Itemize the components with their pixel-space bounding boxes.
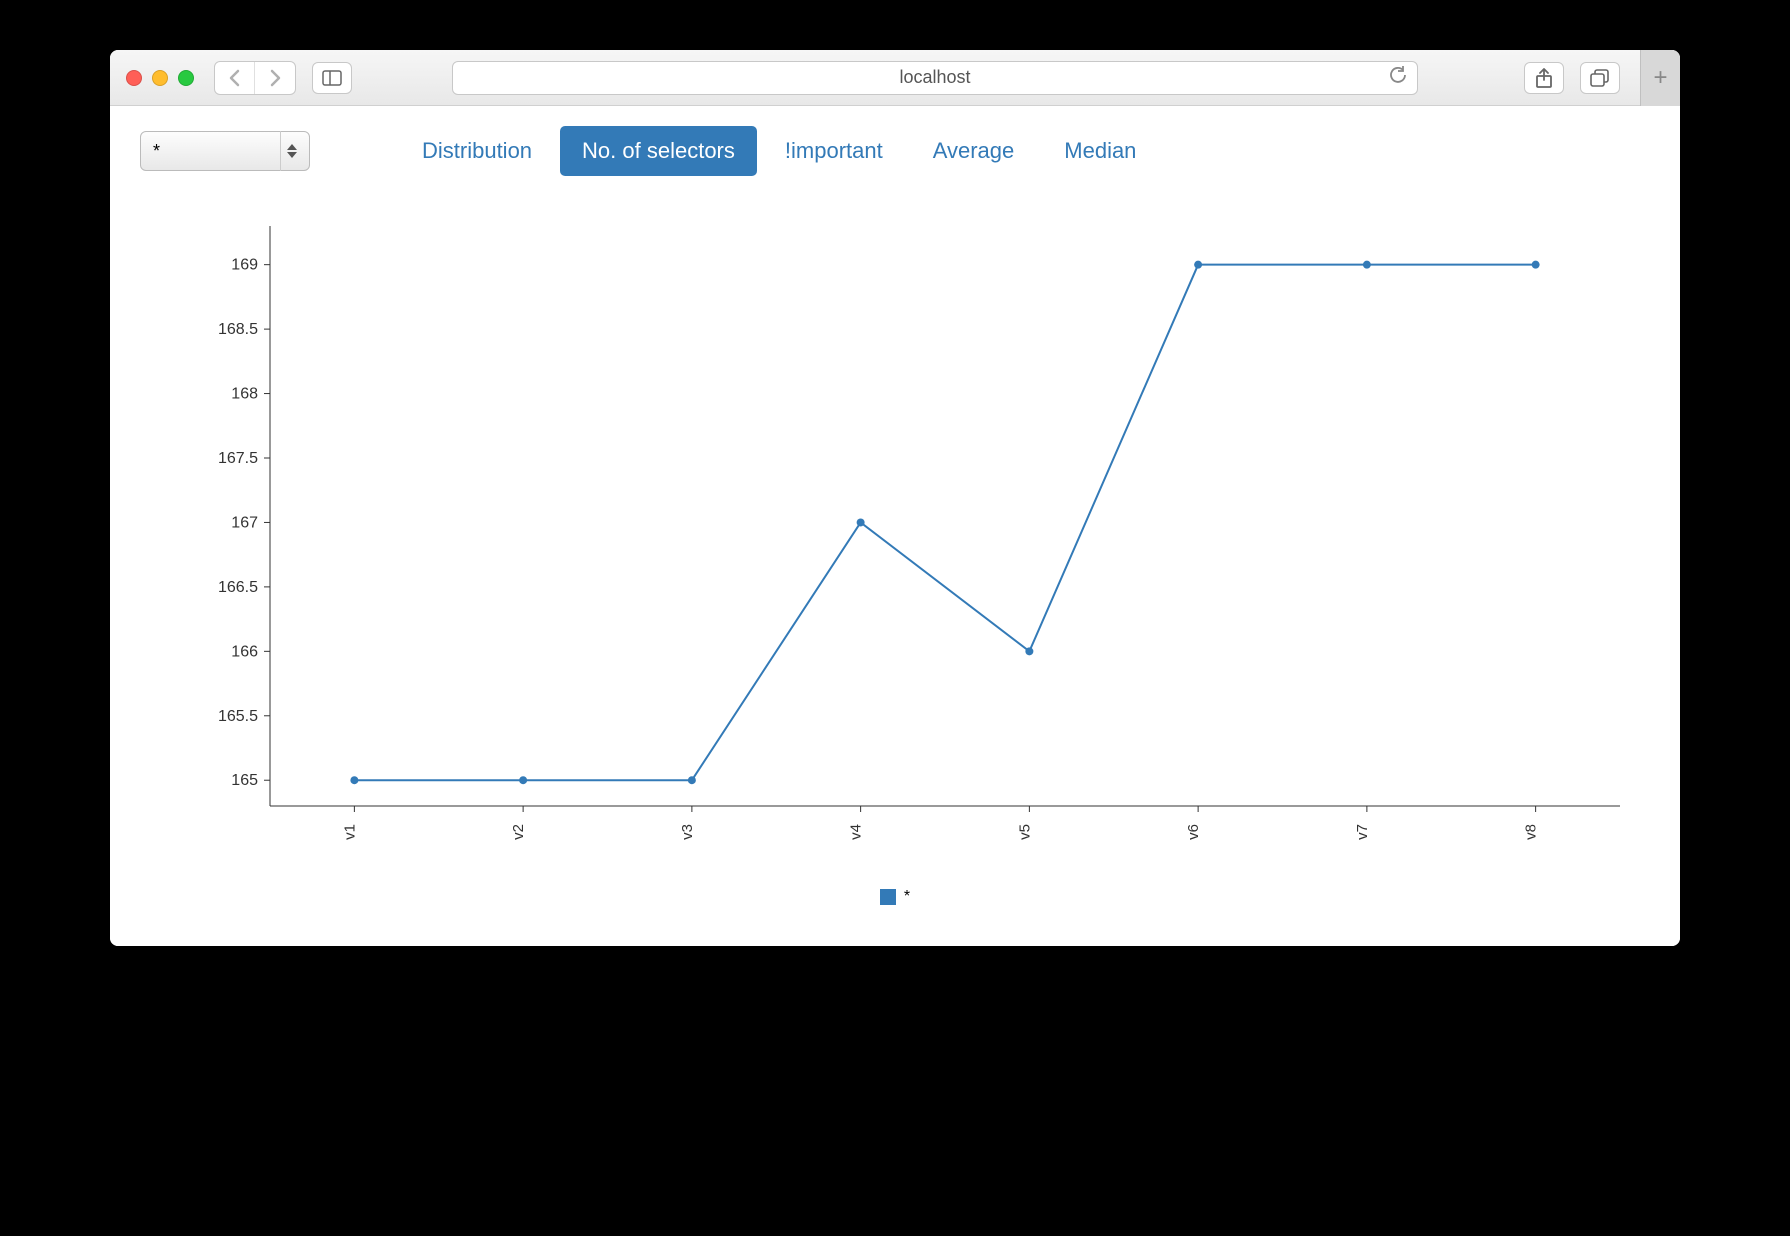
tabs-button[interactable] (1580, 62, 1620, 94)
svg-text:167.5: 167.5 (218, 450, 258, 467)
svg-text:v7: v7 (1354, 824, 1371, 840)
svg-text:v5: v5 (1016, 824, 1033, 840)
svg-text:168.5: 168.5 (218, 321, 258, 338)
selector-value: * (153, 141, 160, 162)
titlebar: localhost + (110, 50, 1680, 106)
close-window-button[interactable] (126, 70, 142, 86)
line-chart: 165 165.5 166 166.5 167 167.5 168 168.5 169 v1 v2 v… (170, 206, 1650, 876)
share-button[interactable] (1524, 62, 1564, 94)
svg-text:v1: v1 (341, 824, 358, 840)
svg-text:165.5: 165.5 (218, 708, 258, 725)
chart-legend: * (140, 888, 1650, 906)
svg-text:166.5: 166.5 (218, 579, 258, 596)
address-bar[interactable]: localhost (452, 61, 1418, 95)
svg-text:v6: v6 (1185, 824, 1202, 840)
legend-swatch-icon (880, 889, 896, 905)
zoom-window-button[interactable] (178, 70, 194, 86)
legend-label: * (904, 888, 910, 906)
page-content: * DistributionNo. of selectors!important… (110, 106, 1680, 946)
tab-average[interactable]: Average (911, 126, 1037, 176)
selector-dropdown[interactable]: * (140, 131, 310, 171)
svg-text:v8: v8 (1523, 824, 1540, 840)
window-controls (126, 70, 194, 86)
tab-median[interactable]: Median (1042, 126, 1158, 176)
tab-distribution[interactable]: Distribution (400, 126, 554, 176)
svg-text:v2: v2 (510, 824, 527, 840)
tab-no-of-selectors[interactable]: No. of selectors (560, 126, 757, 176)
svg-text:167: 167 (231, 514, 258, 531)
svg-text:v3: v3 (679, 824, 696, 840)
svg-text:v4: v4 (848, 824, 865, 840)
new-tab-button[interactable]: + (1640, 50, 1680, 106)
right-toolbar (1518, 62, 1620, 94)
sidebar-toggle-button[interactable] (312, 62, 352, 94)
reload-icon[interactable] (1389, 66, 1407, 89)
forward-button[interactable] (255, 62, 295, 94)
app-toolbar: * DistributionNo. of selectors!important… (140, 126, 1650, 176)
address-text: localhost (899, 67, 970, 88)
dropdown-arrows-icon (280, 131, 302, 171)
chart-area: 165 165.5 166 166.5 167 167.5 168 168.5 169 v1 v2 v… (170, 206, 1650, 876)
svg-text:166: 166 (231, 643, 258, 660)
minimize-window-button[interactable] (152, 70, 168, 86)
back-button[interactable] (215, 62, 255, 94)
nav-buttons (214, 61, 296, 95)
metric-tabs: DistributionNo. of selectors!importantAv… (400, 126, 1158, 176)
svg-text:165: 165 (231, 772, 258, 789)
browser-window: localhost + * DistributionNo. of selecto… (110, 50, 1680, 946)
svg-text:168: 168 (231, 386, 258, 403)
svg-text:169: 169 (231, 257, 258, 274)
tab-important[interactable]: !important (763, 126, 905, 176)
